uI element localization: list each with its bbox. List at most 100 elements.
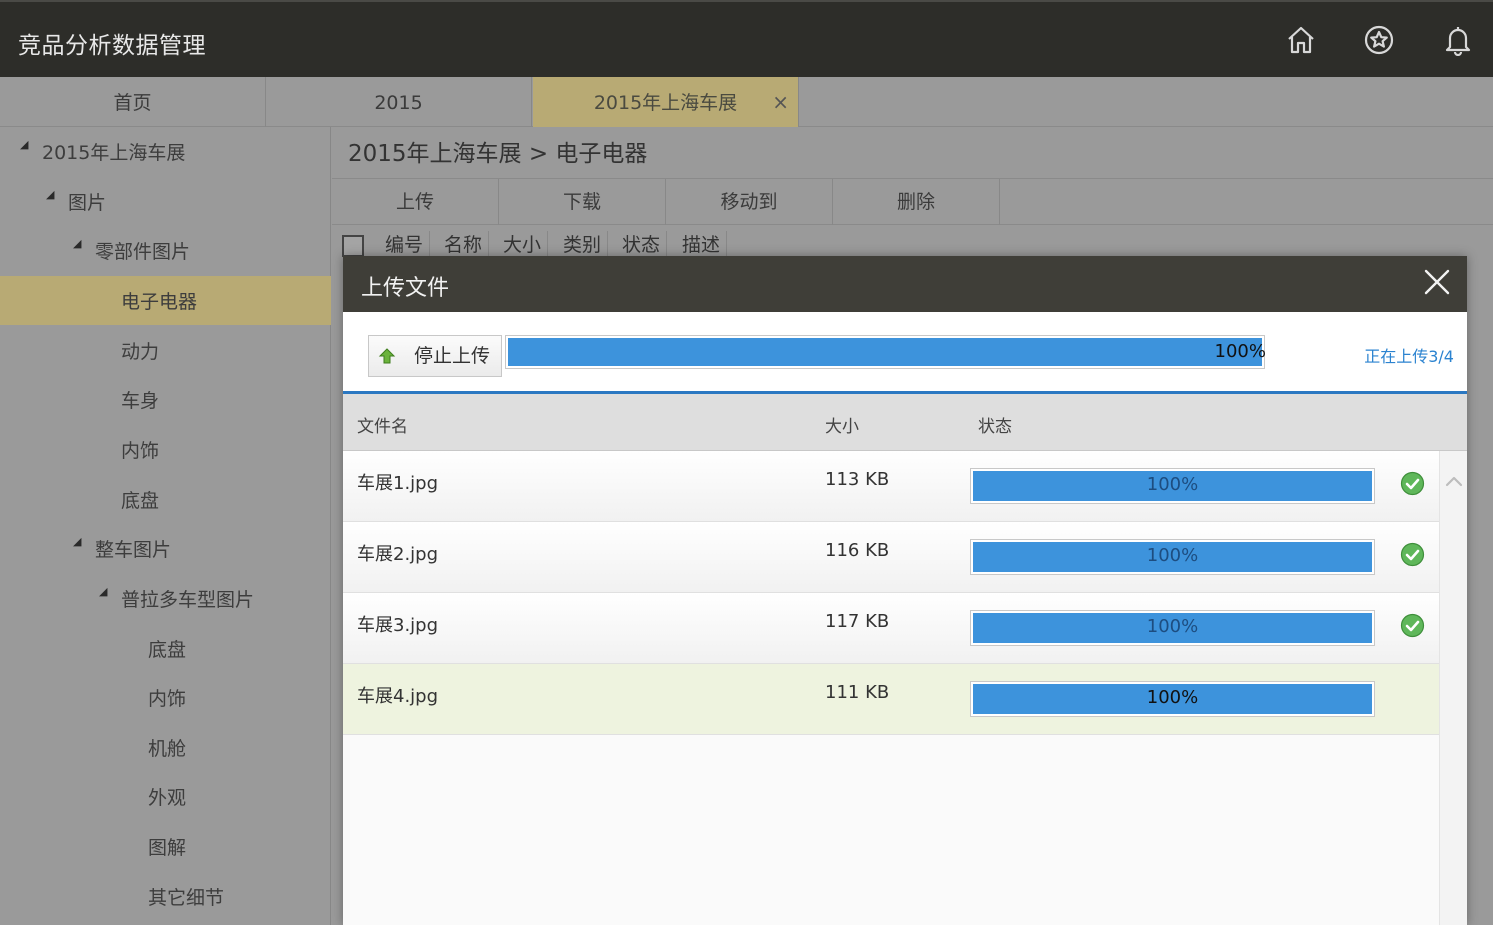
tree-node-label: 图解 xyxy=(148,837,187,859)
file-size: 113 KB xyxy=(825,469,890,490)
tab-home[interactable]: 首页 xyxy=(0,77,266,127)
tree-node-prado-images[interactable]: ◢ 普拉多车型图片 xyxy=(0,574,331,623)
tab-label: 2015 xyxy=(374,92,423,114)
tree-node-label: 零部件图片 xyxy=(95,241,191,263)
tree-node-label: 底盘 xyxy=(148,639,187,661)
stop-upload-label: 停止上传 xyxy=(414,345,491,367)
column-size[interactable]: 大小 xyxy=(497,231,549,259)
file-progress-label: 100% xyxy=(1146,687,1199,708)
file-name: 车展1.jpg xyxy=(357,473,439,494)
tree-node-label: 底盘 xyxy=(121,490,160,512)
header-status: 状态 xyxy=(978,417,1012,437)
tree-node-electronics[interactable]: 电子电器 xyxy=(0,276,331,325)
expand-arrow-icon[interactable]: ◢ xyxy=(73,516,81,568)
download-button[interactable]: 下载 xyxy=(499,179,666,225)
delete-button[interactable]: 删除 xyxy=(833,179,1000,225)
file-row[interactable]: 车展1.jpg 113 KB 100% xyxy=(343,451,1439,522)
tree-node-label: 机舱 xyxy=(148,738,187,760)
tree-node-vehicle-images[interactable]: ◢ 整车图片 xyxy=(0,524,331,573)
top-bar: 竞品分析数据管理 xyxy=(0,0,1493,77)
check-icon xyxy=(1400,613,1425,638)
select-all-checkbox[interactable] xyxy=(342,235,364,257)
table-header: 编号 名称 大小 类别 状态 描述 xyxy=(332,225,1493,259)
tab-label: 首页 xyxy=(113,92,152,114)
file-progress-label: 100% xyxy=(1146,616,1199,637)
tree-node-label: 普拉多车型图片 xyxy=(121,589,255,611)
tree-node-prado-other-details[interactable]: 其它细节 xyxy=(0,872,331,921)
expand-arrow-icon[interactable]: ◢ xyxy=(46,169,54,221)
column-name[interactable]: 名称 xyxy=(438,231,490,259)
tree-node-label: 车身 xyxy=(121,390,160,412)
toolbar: 上传 下载 移动到 删除 xyxy=(332,179,1493,225)
overall-progress-label: 100% xyxy=(1214,341,1266,362)
file-name: 车展3.jpg xyxy=(357,615,439,636)
expand-arrow-icon[interactable]: ◢ xyxy=(73,218,81,270)
home-icon[interactable] xyxy=(1285,24,1317,56)
stop-upload-button[interactable]: 停止上传 xyxy=(368,335,502,377)
file-name: 车展4.jpg xyxy=(357,686,439,707)
file-list-header: 文件名 大小 状态 xyxy=(343,394,1467,451)
header-filename: 文件名 xyxy=(357,417,408,437)
tab-shanghai-autoshow[interactable]: 2015年上海车展 × xyxy=(533,77,799,127)
file-row[interactable]: 车展3.jpg 117 KB 100% xyxy=(343,593,1439,664)
file-progress-bar: 100% xyxy=(970,539,1375,575)
file-row[interactable]: 车展2.jpg 116 KB 100% xyxy=(343,522,1439,593)
upload-controls: 停止上传 100% 正在上传3/4 xyxy=(343,312,1467,394)
star-icon[interactable] xyxy=(1363,24,1395,56)
file-list: 车展1.jpg 113 KB 100% 车展2.jpg 116 KB 100% … xyxy=(343,451,1439,925)
tree-node-label: 2015年上海车展 xyxy=(42,142,186,164)
tree-node-label: 图片 xyxy=(68,192,107,214)
file-progress-bar: 100% xyxy=(970,468,1375,504)
tree-node-prado-exterior[interactable]: 外观 xyxy=(0,772,331,821)
file-size: 116 KB xyxy=(825,540,890,561)
tree-node-prado-interior[interactable]: 内饰 xyxy=(0,673,331,722)
sidebar-tree: ◢ 2015年上海车展 ◢ 图片 ◢ 零部件图片 电子电器 动力 车身 内饰 底… xyxy=(0,127,331,925)
chevron-up-icon[interactable] xyxy=(1443,471,1465,493)
tree-node-label: 内饰 xyxy=(148,688,187,710)
file-progress-label: 100% xyxy=(1146,545,1199,566)
tree-node-chassis[interactable]: 底盘 xyxy=(0,475,331,524)
app-title: 竞品分析数据管理 xyxy=(18,33,206,59)
header-size: 大小 xyxy=(825,417,859,437)
file-size: 111 KB xyxy=(825,682,890,703)
dialog-title: 上传文件 xyxy=(361,276,450,301)
expand-arrow-icon[interactable]: ◢ xyxy=(99,566,107,618)
check-icon xyxy=(1400,542,1425,567)
tree-node-prado-chassis[interactable]: 底盘 xyxy=(0,624,331,673)
overall-progress-bar: 100% xyxy=(505,335,1266,369)
overall-progress-fill xyxy=(508,338,1262,366)
column-status[interactable]: 状态 xyxy=(616,231,668,259)
tree-node-prado-engine-bay[interactable]: 机舱 xyxy=(0,723,331,772)
tree-node-interior[interactable]: 内饰 xyxy=(0,425,331,474)
column-id[interactable]: 编号 xyxy=(379,231,431,259)
tree-node-power[interactable]: 动力 xyxy=(0,326,331,375)
file-row[interactable]: 车展4.jpg 111 KB 100% xyxy=(343,664,1439,735)
tab-close-icon[interactable]: × xyxy=(772,77,789,127)
file-progress-label: 100% xyxy=(1146,474,1199,495)
tree-node-body[interactable]: 车身 xyxy=(0,375,331,424)
file-progress-bar: 100% xyxy=(970,610,1375,646)
file-progress-bar: 100% xyxy=(970,681,1375,717)
close-icon[interactable] xyxy=(1421,266,1453,298)
tree-node-label: 动力 xyxy=(121,341,160,363)
expand-arrow-icon[interactable]: ◢ xyxy=(20,119,28,171)
tree-node-label: 电子电器 xyxy=(121,291,198,313)
tree-node-label: 整车图片 xyxy=(95,539,172,561)
file-list-scrollbar[interactable] xyxy=(1439,451,1467,925)
tab-label: 2015年上海车展 xyxy=(593,92,738,114)
breadcrumb: 2015年上海车展 > 电子电器 xyxy=(332,127,1493,179)
bell-icon[interactable] xyxy=(1442,24,1474,56)
tree-node-label: 内饰 xyxy=(121,440,160,462)
column-category[interactable]: 类别 xyxy=(557,231,609,259)
file-size: 117 KB xyxy=(825,611,890,632)
tree-node-prado-diagrams[interactable]: 图解 xyxy=(0,822,331,871)
column-description[interactable]: 描述 xyxy=(676,231,728,259)
upload-button[interactable]: 上传 xyxy=(332,179,499,225)
tree-node-images[interactable]: ◢ 图片 xyxy=(0,177,331,226)
tree-node-parts-images[interactable]: ◢ 零部件图片 xyxy=(0,226,331,275)
tab-2015[interactable]: 2015 xyxy=(266,77,532,127)
check-icon xyxy=(1400,471,1425,496)
file-name: 车展2.jpg xyxy=(357,544,439,565)
upload-arrow-icon xyxy=(378,348,396,364)
move-to-button[interactable]: 移动到 xyxy=(666,179,833,225)
